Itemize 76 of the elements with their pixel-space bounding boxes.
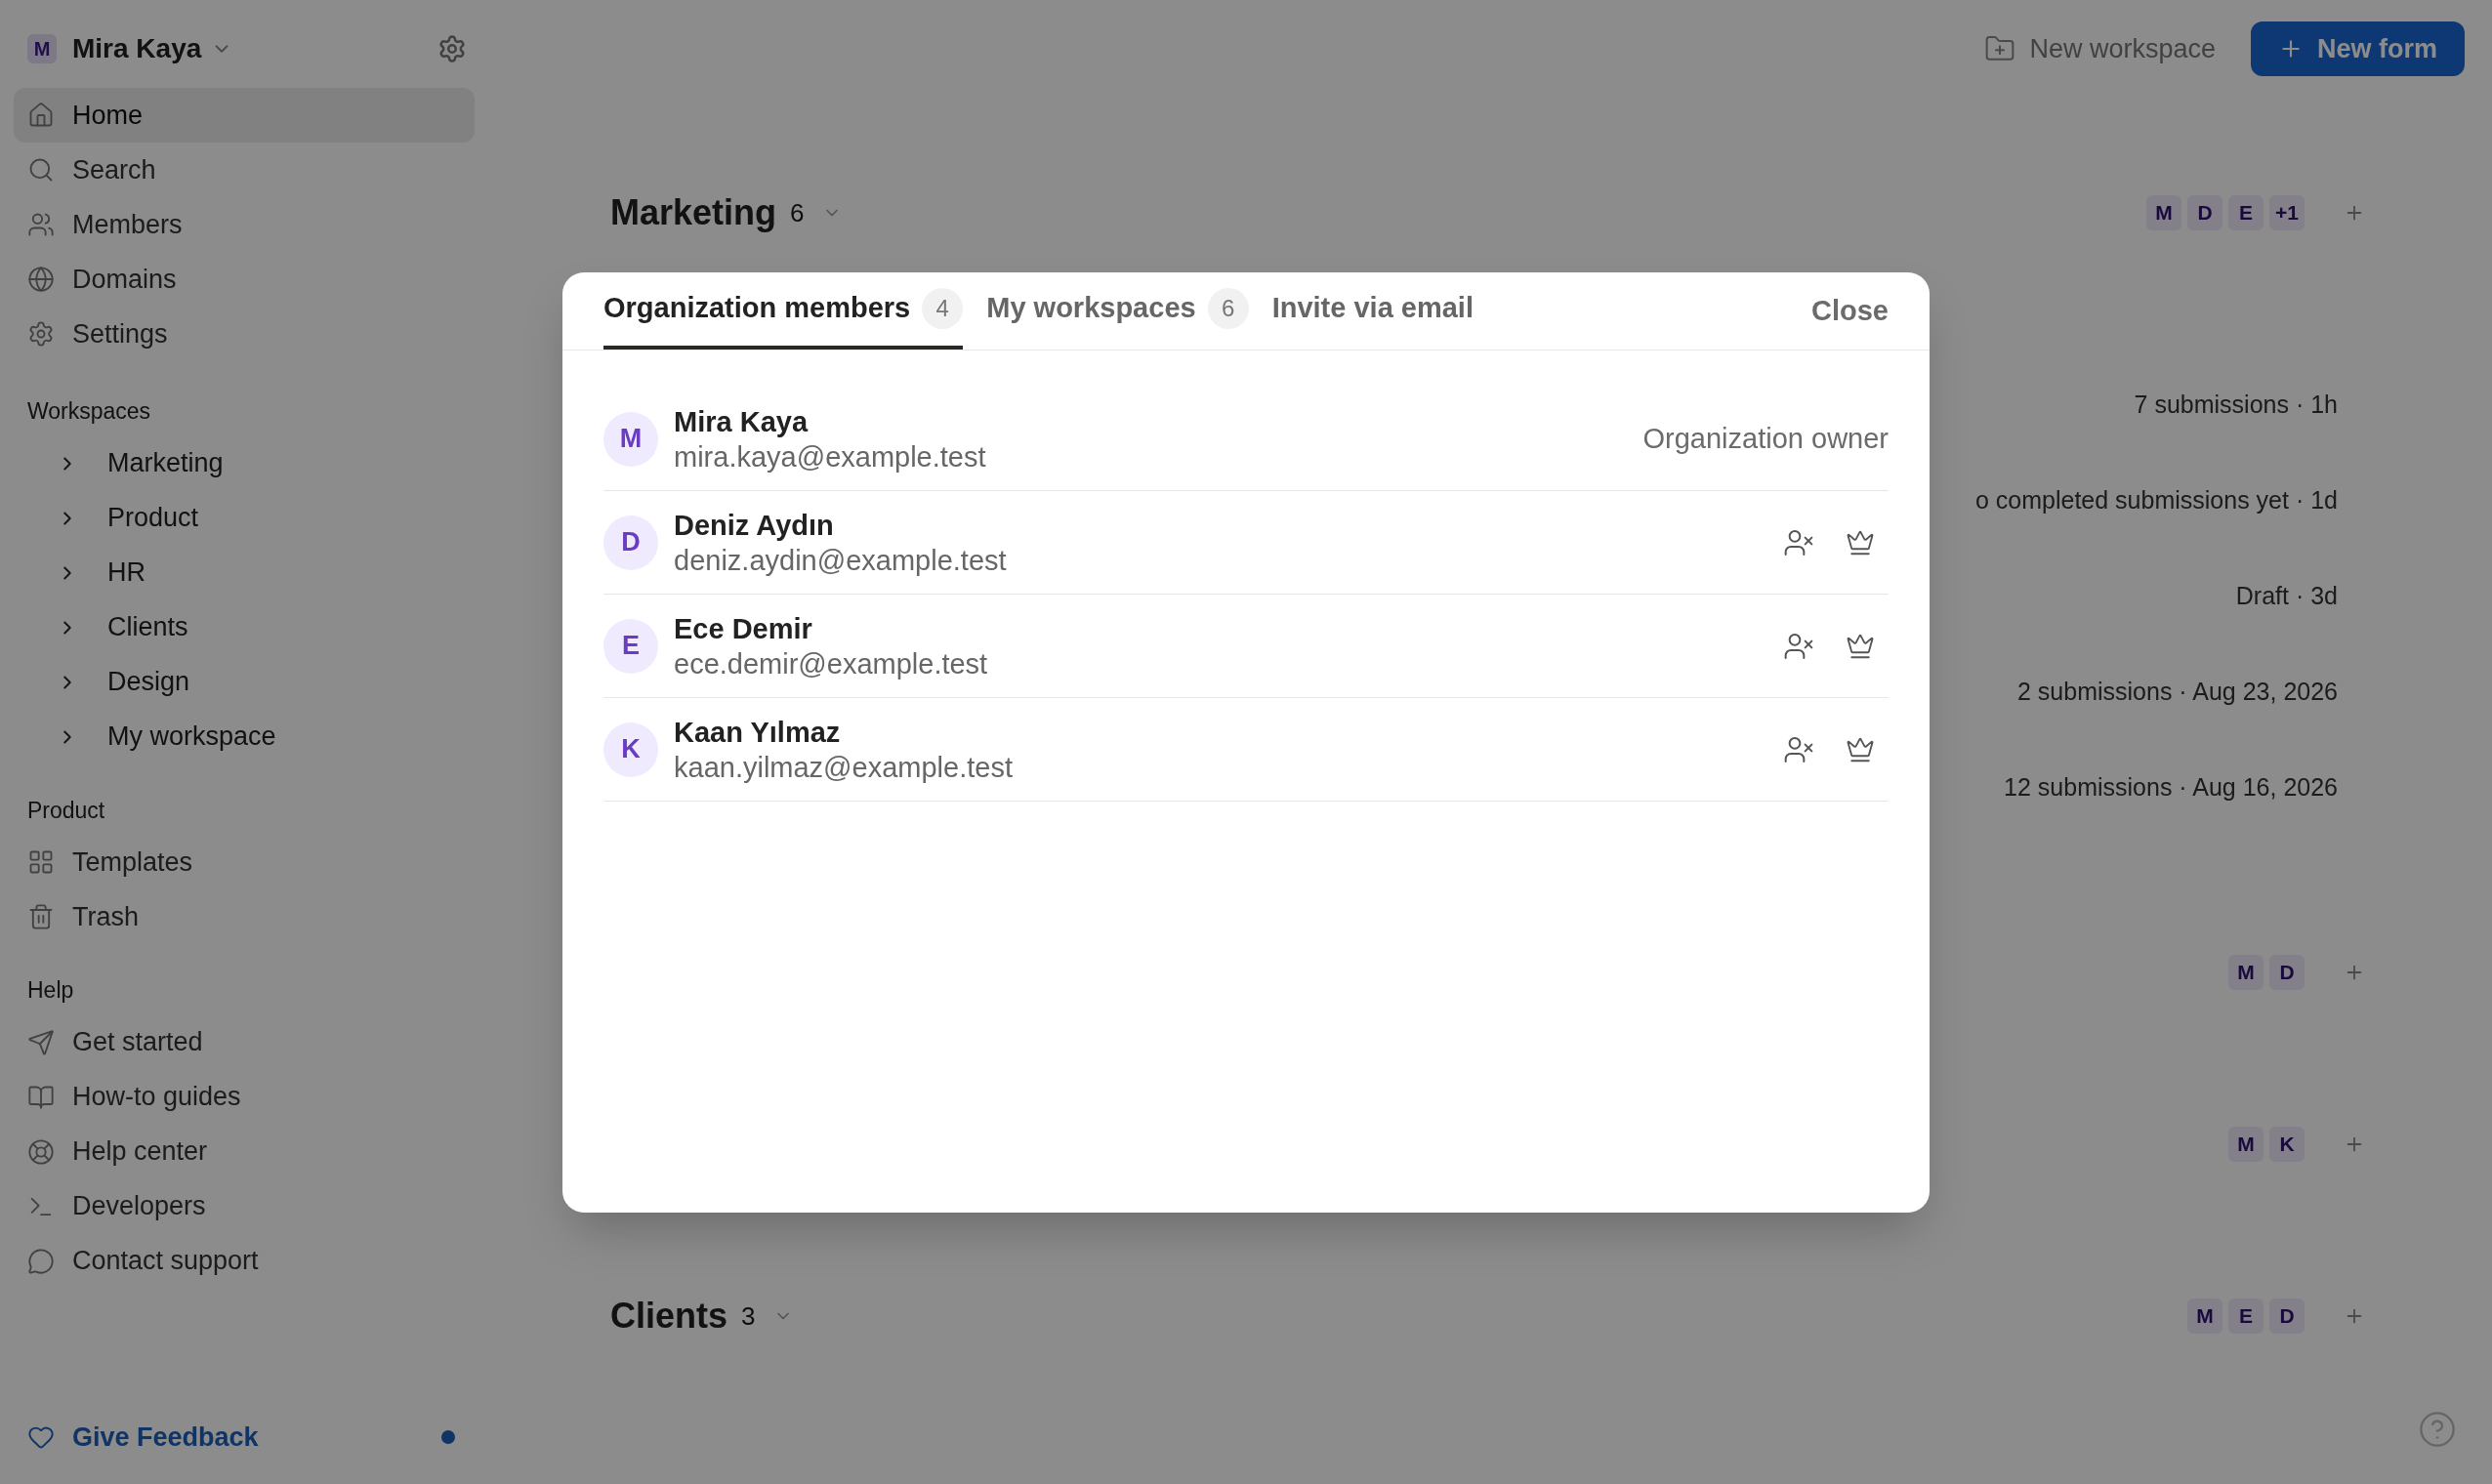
member-chip: K xyxy=(2269,1127,2305,1162)
feedback-link[interactable]: Give Feedback xyxy=(72,1417,259,1458)
account-name[interactable]: Mira Kaya xyxy=(72,28,202,69)
workspace-item[interactable]: HR xyxy=(14,545,475,600)
member-chip: D xyxy=(2187,195,2222,230)
member-name: Kaan Yılmaz xyxy=(674,715,842,750)
lifebuoy-icon xyxy=(27,1137,55,1166)
sidebar-item[interactable]: Domains xyxy=(14,252,475,307)
sidebar-item[interactable]: Trash xyxy=(14,889,475,944)
member-chip: M xyxy=(2228,1127,2264,1162)
home-icon xyxy=(27,102,55,129)
sidebar-item[interactable]: Home xyxy=(14,88,475,143)
sidebar-item[interactable]: Members xyxy=(14,197,475,252)
form-meta: 12 submissions · Aug 16, 2026 xyxy=(2004,772,2338,804)
workspace-item[interactable]: My workspace xyxy=(14,709,475,764)
avatar: D xyxy=(603,515,658,570)
sidebar-item[interactable]: Help center xyxy=(14,1124,475,1179)
section-title: Clients xyxy=(610,1295,728,1338)
member-chip: M xyxy=(2187,1298,2222,1334)
form-meta: 7 submissions · 1h xyxy=(2134,390,2338,421)
workspace-item[interactable]: Product xyxy=(14,490,475,546)
member-email: ece.demir@example.test xyxy=(674,646,989,681)
avatar: M xyxy=(603,411,658,467)
workspace-item[interactable]: Clients xyxy=(14,599,475,655)
tab-count: 6 xyxy=(1207,288,1249,329)
member-role: Organization owner xyxy=(1642,421,1889,456)
chat-bubble-icon xyxy=(27,1247,55,1275)
dialog-tab[interactable]: Invite via email xyxy=(1271,271,1474,350)
member-chip: M xyxy=(2146,195,2181,230)
member-chip: +1 xyxy=(2269,195,2305,230)
trash-icon xyxy=(27,903,55,930)
section-heading: Workspaces xyxy=(26,397,152,426)
sidebar-item[interactable]: Settings xyxy=(14,307,475,361)
member-chip: E xyxy=(2228,195,2264,230)
send-icon xyxy=(27,1028,55,1056)
section-title: Marketing xyxy=(610,191,777,234)
settings-icon[interactable] xyxy=(437,34,467,63)
member-email: kaan.yilmaz@example.test xyxy=(674,750,1014,785)
member-chip: M xyxy=(2228,955,2264,990)
sidebar-item[interactable]: How-to guides xyxy=(14,1069,475,1125)
sidebar-item[interactable]: Developers xyxy=(14,1178,475,1234)
form-meta: 2 submissions · Aug 23, 2026 xyxy=(2017,677,2338,708)
form-meta: Draft · 3d xyxy=(2235,581,2338,612)
member-chip: D xyxy=(2269,955,2305,990)
close-button[interactable]: Close xyxy=(1811,289,1889,333)
sidebar-item[interactable]: Get started xyxy=(14,1014,475,1070)
sidebar-item[interactable]: Search xyxy=(14,143,475,197)
new-form-button[interactable]: New form xyxy=(2250,21,2465,76)
sidebar-item[interactable]: Contact support xyxy=(14,1233,475,1289)
account-avatar: M xyxy=(27,34,57,63)
section-count: 3 xyxy=(741,1299,756,1333)
section-heading: Help xyxy=(26,976,75,1005)
member-name: Ece Demir xyxy=(674,611,813,646)
tab-count: 4 xyxy=(922,288,964,329)
member-email: mira.kaya@example.test xyxy=(674,439,987,474)
member-email: deniz.aydin@example.test xyxy=(674,543,1008,578)
member-name: Deniz Aydın xyxy=(674,508,835,543)
sidebar-item[interactable]: Templates xyxy=(14,835,475,889)
dialog-tab[interactable]: My workspaces 6 xyxy=(986,271,1249,350)
section-heading: Product xyxy=(26,796,106,825)
settings-icon xyxy=(27,320,55,348)
member-chip: E xyxy=(2228,1298,2264,1334)
users-icon xyxy=(27,211,55,238)
workspace-item[interactable]: Design xyxy=(14,654,475,710)
globe-icon xyxy=(27,266,55,293)
workspace-item[interactable]: Marketing xyxy=(14,435,475,491)
member-chip: D xyxy=(2269,1298,2305,1334)
new-workspace-button[interactable]: New workspace xyxy=(2029,28,2216,69)
dialog-tab[interactable]: Organization members 4 xyxy=(603,271,964,350)
grid-icon xyxy=(27,848,55,876)
form-meta: o completed submissions yet · 1d xyxy=(1975,485,2338,516)
avatar: E xyxy=(603,618,658,674)
avatar: K xyxy=(603,721,658,777)
member-name: Mira Kaya xyxy=(674,404,810,439)
section-count: 6 xyxy=(790,196,805,229)
search-icon xyxy=(27,156,55,184)
